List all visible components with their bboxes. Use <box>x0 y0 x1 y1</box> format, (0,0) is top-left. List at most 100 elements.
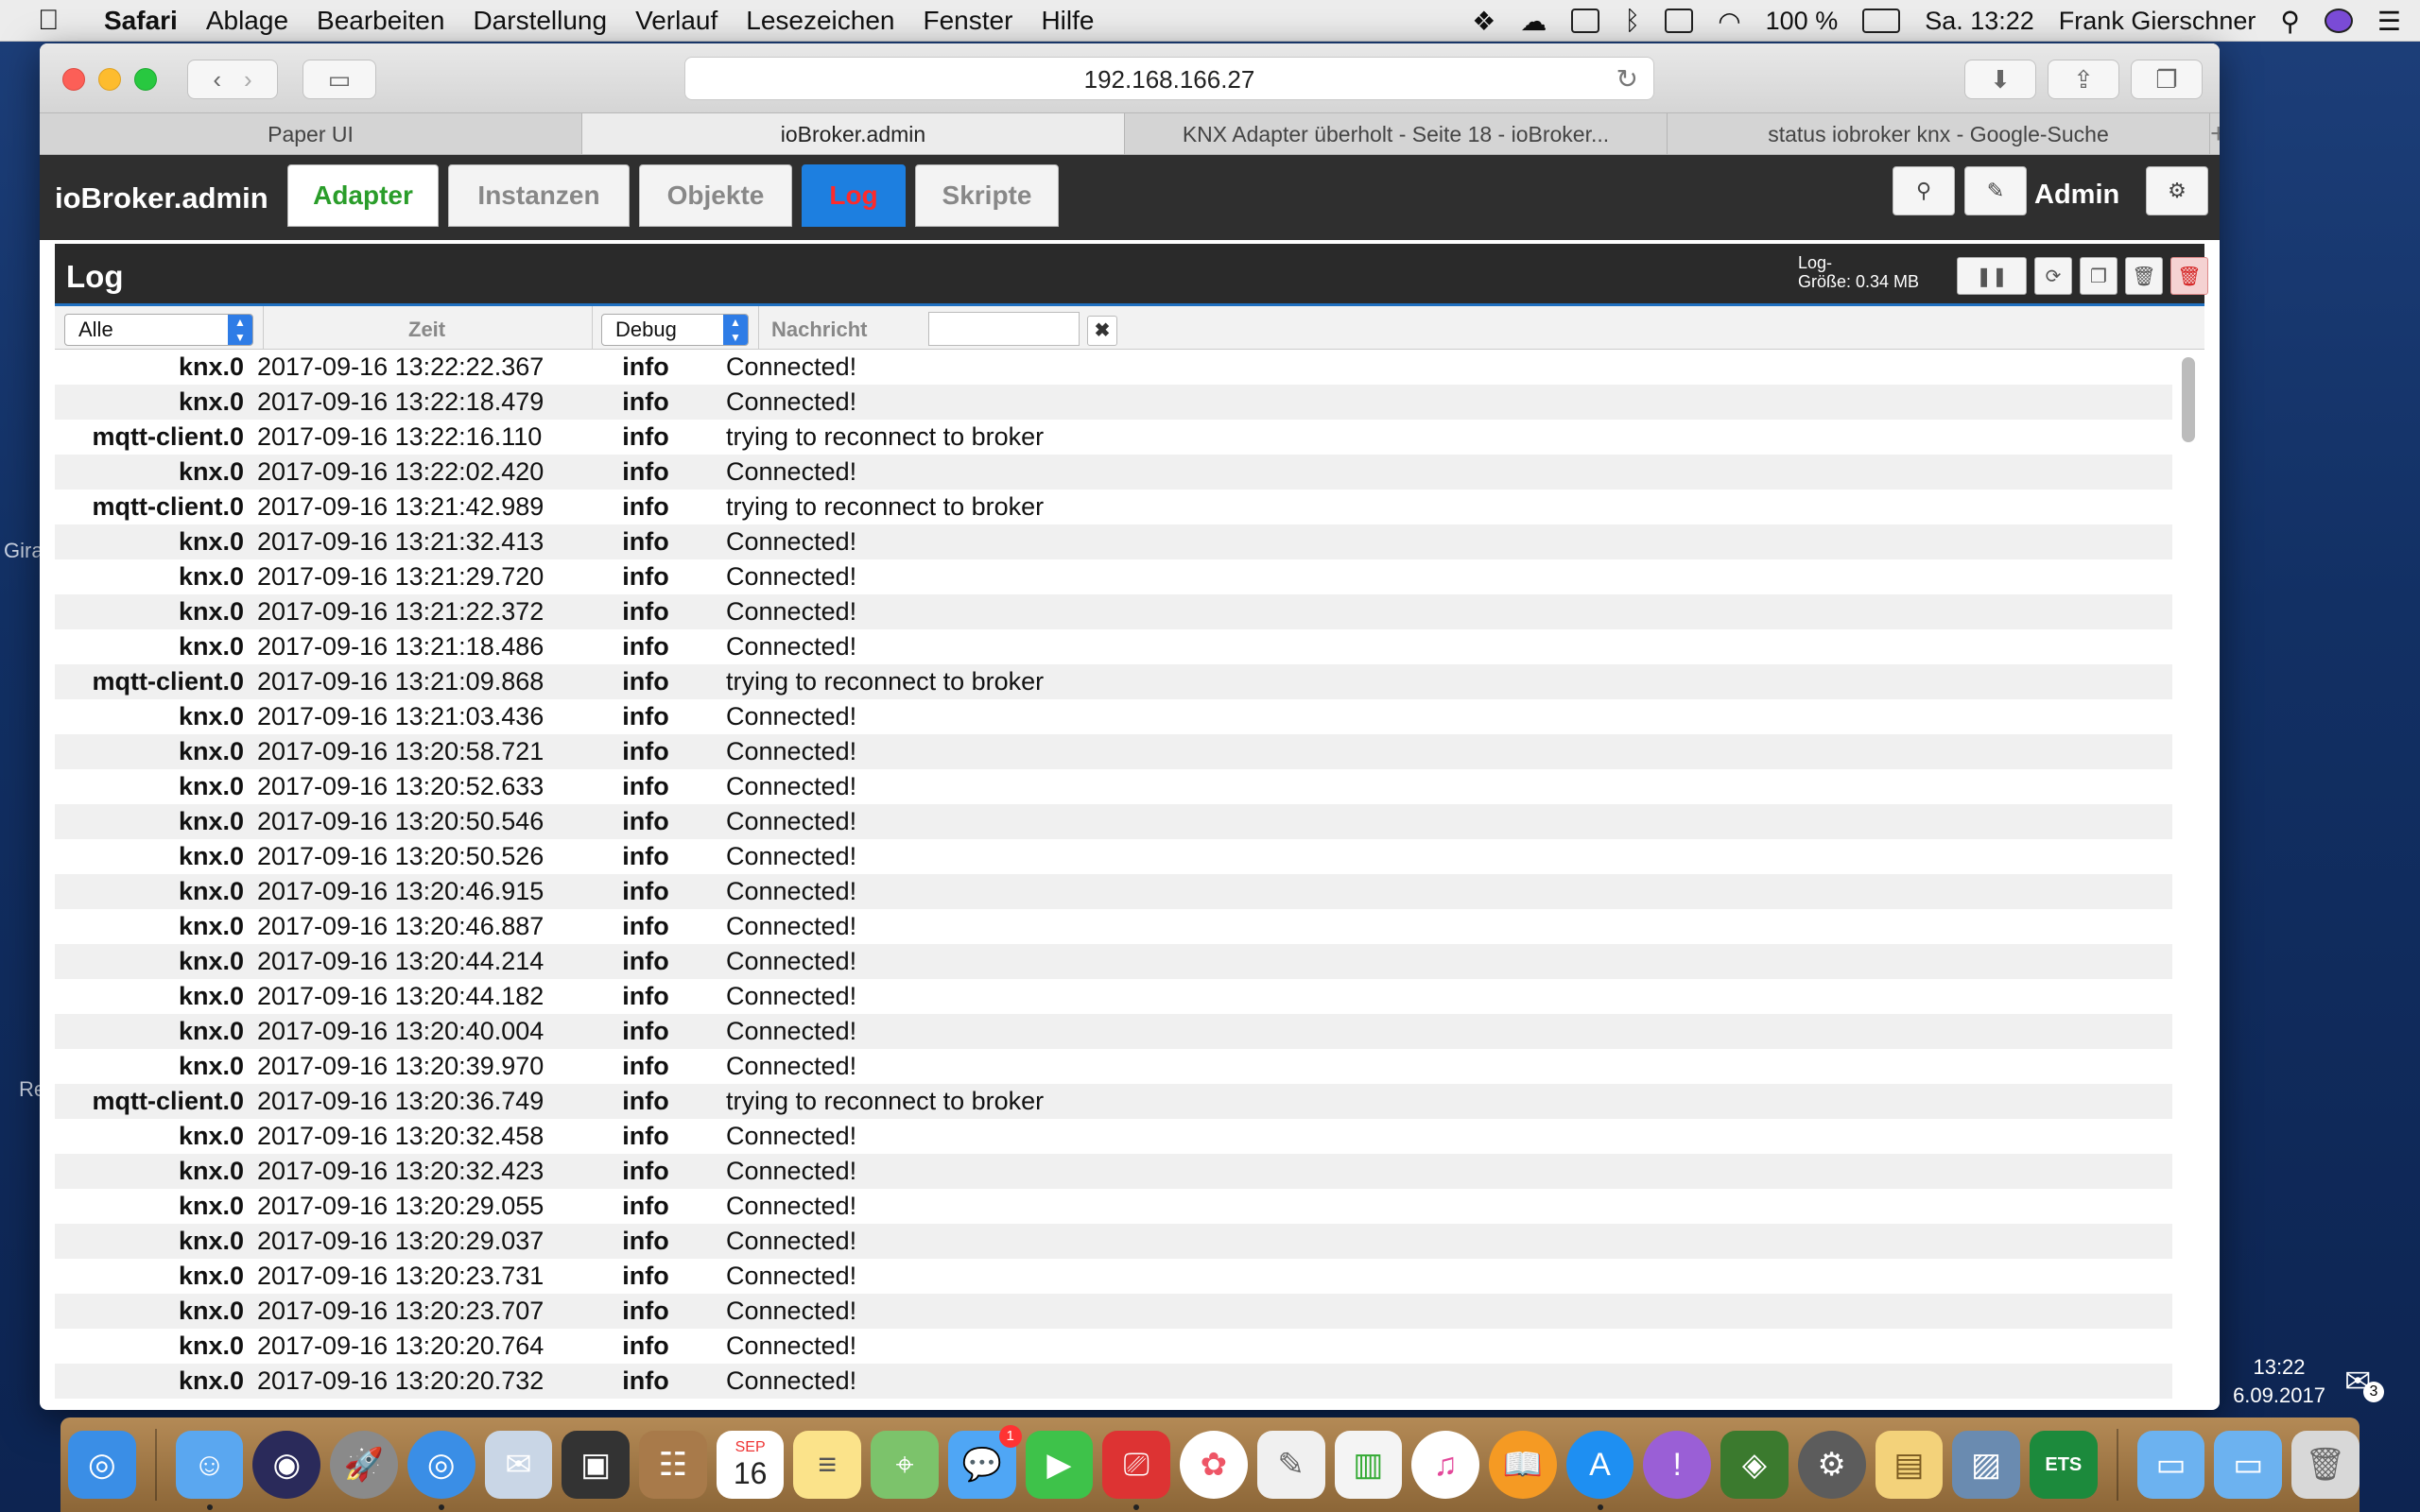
close-window-button[interactable] <box>62 68 85 91</box>
menu-hilfe[interactable]: Hilfe <box>1041 6 1094 36</box>
log-severity: info <box>622 772 669 800</box>
pause-button[interactable]: ❚❚ <box>1957 257 2027 295</box>
photos-dock-icon[interactable]: ✿ <box>1180 1431 1248 1499</box>
pages-dock-icon[interactable]: ✎ <box>1256 1431 1325 1499</box>
ibooks-dock-icon[interactable]: 📖 <box>1488 1431 1557 1499</box>
log-severity: info <box>622 702 669 730</box>
tab-skripte[interactable]: Skripte <box>915 164 1059 227</box>
log-source: knx.0 <box>178 1262 244 1290</box>
back-forward-buttons[interactable]: ‹ › <box>187 60 278 99</box>
log-time: 2017-09-16 13:22:22.367 <box>257 352 544 381</box>
downloads-button[interactable]: ⬇ <box>1964 60 2036 99</box>
bluetooth-icon[interactable]: ᛒ <box>1624 6 1640 36</box>
mail-dock-icon[interactable]: ✉ <box>484 1431 553 1499</box>
menu-app-name[interactable]: Safari <box>104 6 178 36</box>
log-scrollbar[interactable] <box>2182 357 2195 442</box>
level-filter-value: Debug <box>615 318 677 341</box>
delete-log-button[interactable]: 🗑 <box>2170 257 2208 295</box>
downloads-folder-dock-icon[interactable]: ▭ <box>2214 1431 2283 1499</box>
itunes-dock-icon[interactable]: ♫ <box>1411 1431 1479 1499</box>
menu-fenster[interactable]: Fenster <box>924 6 1013 36</box>
airplay-icon[interactable] <box>1571 9 1600 33</box>
tab-instanzen[interactable]: Instanzen <box>448 164 630 227</box>
clear-log-button[interactable]: 🗑 <box>2125 257 2163 295</box>
log-source: knx.0 <box>178 912 244 940</box>
address-bar[interactable]: 192.168.166.27 ↻ <box>684 57 1654 100</box>
clear-filter-button[interactable]: ✖ <box>1087 316 1117 346</box>
menu-lesezeichen[interactable]: Lesezeichen <box>746 6 894 36</box>
reload-icon[interactable]: ↻ <box>1616 58 1638 101</box>
new-tab-button[interactable]: + <box>2210 113 2220 154</box>
ets-dock-icon[interactable]: ETS <box>2029 1431 2098 1499</box>
cloud-icon[interactable]: ☁ <box>1520 6 1547 37</box>
log-table-body[interactable]: knx.0 2017-09-16 13:22:22.367 info Connecte… <box>55 350 2172 1410</box>
folder-dock-icon[interactable]: ▤ <box>1875 1431 1944 1499</box>
browser-tab-active[interactable]: ioBroker.admin <box>582 113 1125 154</box>
calendar-dock-icon[interactable]: SEP 16 <box>716 1431 785 1499</box>
log-severity: info <box>622 1332 669 1360</box>
spotlight-icon[interactable]: ⚲ <box>2280 6 2300 37</box>
launchpad-dock-icon[interactable]: 🚀 <box>330 1431 398 1499</box>
menu-verlauf[interactable]: Verlauf <box>635 6 717 36</box>
knx-app-dock-icon[interactable]: ◈ <box>1720 1431 1789 1499</box>
finder-dock-icon[interactable]: ☺ <box>175 1431 244 1510</box>
trash-dock-icon[interactable]: 🗑 <box>2291 1431 2360 1499</box>
notification-center-icon[interactable]: ☰ <box>2377 6 2401 37</box>
copy-button[interactable]: ❐ <box>2080 257 2118 295</box>
remote-desktop-dock-icon[interactable]: ⎚ <box>1102 1431 1171 1510</box>
log-source: knx.0 <box>178 1192 244 1220</box>
log-row: knx.0 2017-09-16 13:20:58.721 info Connecte… <box>55 734 2172 769</box>
settings-button[interactable]: ⚙ <box>2146 166 2208 215</box>
forward-icon[interactable]: › <box>244 65 252 94</box>
apple-menu-icon[interactable]:  <box>38 5 76 37</box>
menubar-clock[interactable]: Sa. 13:22 <box>1925 7 2034 36</box>
menu-bearbeiten[interactable]: Bearbeiten <box>317 6 444 36</box>
log-message: Connected! <box>726 1122 857 1150</box>
preview-dock-icon[interactable]: ▨ <box>1952 1431 2020 1499</box>
system-preferences-dock-icon[interactable]: ⚙ <box>1797 1431 1866 1499</box>
tab-objekte[interactable]: Objekte <box>639 164 792 227</box>
browser-tab[interactable]: status iobroker knx - Google-Suche <box>1668 113 2210 154</box>
display-icon[interactable] <box>1665 9 1694 33</box>
minimize-window-button[interactable] <box>98 68 121 91</box>
share-button[interactable]: ⇪ <box>2048 60 2119 99</box>
admin-user-label[interactable]: Admin <box>2034 180 2119 211</box>
siri-dock-icon[interactable]: ◉ <box>252 1431 321 1499</box>
contacts-dock-icon[interactable]: ☷ <box>639 1431 707 1499</box>
browser-tab[interactable]: Paper UI <box>40 113 582 154</box>
sidebar-toggle-button[interactable]: ▭ <box>302 60 376 99</box>
siri-icon[interactable] <box>2324 9 2353 33</box>
log-row: knx.0 2017-09-16 13:20:39.970 info Connecte… <box>55 1049 2172 1084</box>
level-filter-select[interactable]: Debug ▲ ▼ <box>601 314 749 346</box>
vm-taskbar-clock[interactable]: 13:22 6.09.2017 <box>2227 1353 2331 1410</box>
applications-folder-dock-icon[interactable]: ▭ <box>2136 1431 2205 1499</box>
tab-overview-button[interactable]: ❐ <box>2131 60 2203 99</box>
battery-icon[interactable] <box>1862 9 1901 33</box>
messages-dock-icon[interactable]: 💬 1 <box>947 1425 1022 1499</box>
menu-ablage[interactable]: Ablage <box>206 6 288 36</box>
safari-app-dock-icon[interactable]: ◎ <box>406 1431 475 1510</box>
facetime-dock-icon[interactable]: ▶ <box>1025 1431 1094 1499</box>
feedback-dock-icon[interactable]: ! <box>1643 1431 1712 1499</box>
terminal-dock-icon[interactable]: ▣ <box>562 1431 631 1499</box>
dropbox-icon[interactable]: ❖ <box>1472 6 1495 37</box>
wifi-icon[interactable]: ◠ <box>1718 6 1740 37</box>
app-store-dock-icon[interactable]: A <box>1565 1431 1634 1510</box>
numbers-dock-icon[interactable]: ▥ <box>1334 1431 1403 1499</box>
refresh-button[interactable]: ⟳ <box>2034 257 2072 295</box>
log-source: mqtt-client.0 <box>92 667 244 696</box>
browser-tab[interactable]: KNX Adapter überholt - Seite 18 - ioBrok… <box>1125 113 1668 154</box>
edit-button[interactable]: ✎ <box>1964 166 2027 215</box>
tab-adapter[interactable]: Adapter <box>287 164 439 227</box>
menu-darstellung[interactable]: Darstellung <box>473 6 607 36</box>
notes-dock-icon[interactable]: ≡ <box>793 1431 862 1499</box>
search-button[interactable]: ⚲ <box>1893 166 1955 215</box>
maps-dock-icon[interactable]: ⌖ <box>871 1431 939 1499</box>
menubar-user[interactable]: Frank Gierschner <box>2059 7 2256 36</box>
fullscreen-window-button[interactable] <box>134 68 157 91</box>
source-filter-select[interactable]: Alle ▲ ▼ <box>64 314 253 346</box>
back-icon[interactable]: ‹ <box>213 65 221 94</box>
message-filter-input[interactable] <box>928 312 1080 346</box>
safari-dock-icon[interactable]: ◎ <box>68 1431 136 1499</box>
tab-log[interactable]: Log <box>802 164 906 227</box>
